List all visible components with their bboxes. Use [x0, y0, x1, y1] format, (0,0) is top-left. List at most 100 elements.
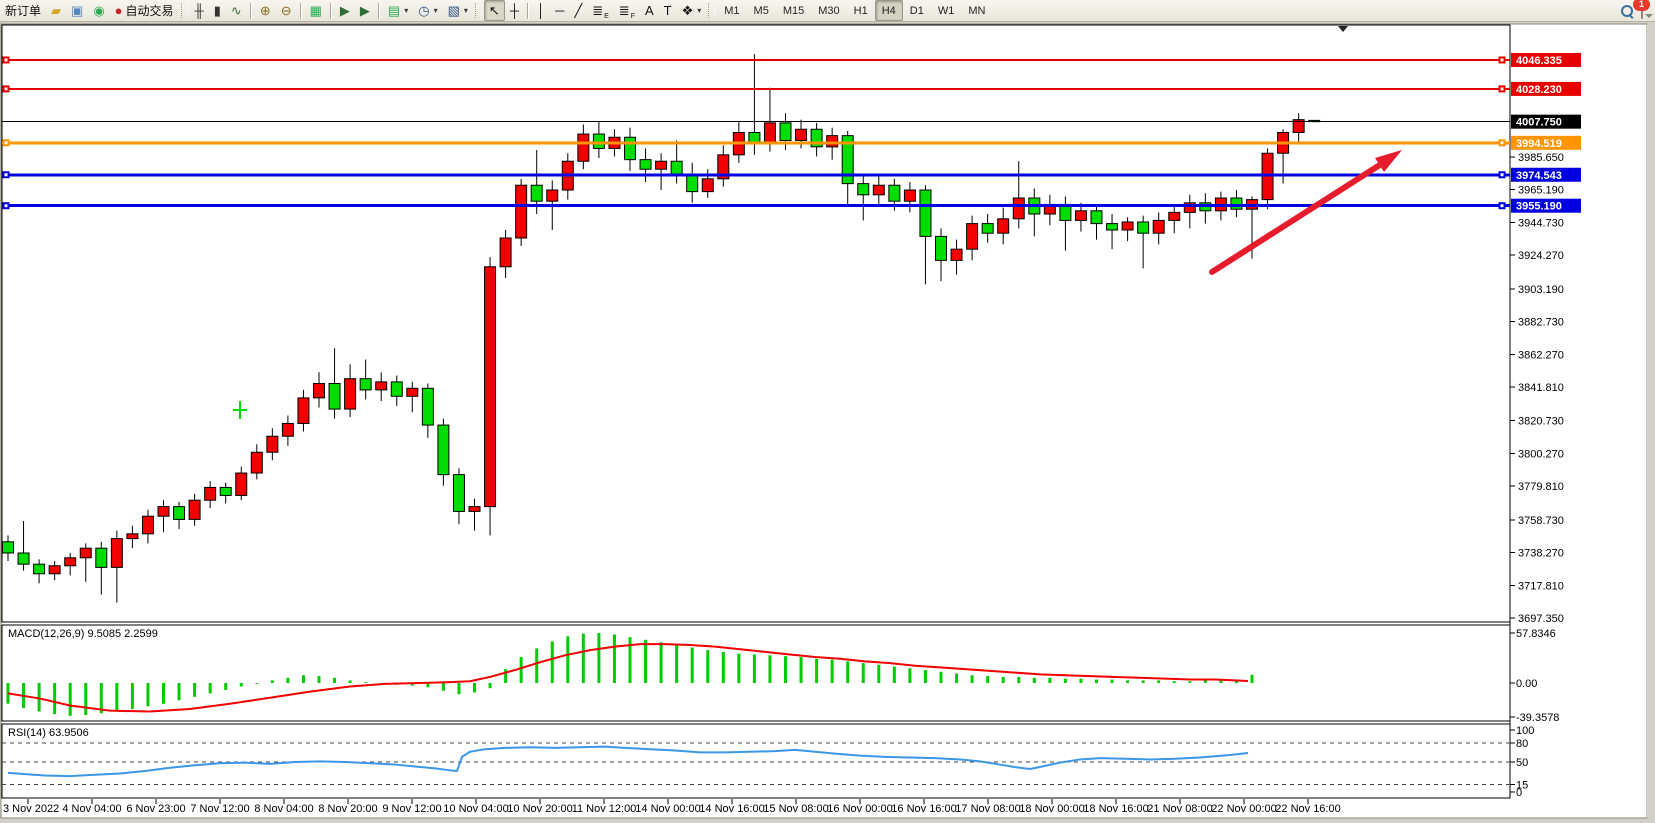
candle-body — [65, 558, 76, 566]
line-chart-button[interactable]: ∿ — [226, 0, 247, 21]
candle-body — [827, 136, 838, 147]
text-label-button[interactable]: T — [659, 0, 677, 21]
candle-body — [345, 379, 356, 409]
shapes-button[interactable]: ❖▾ — [677, 0, 707, 21]
period-button[interactable]: ◷▾ — [413, 0, 442, 21]
trendline-icon: ╱ — [574, 4, 582, 17]
price-tick-label: 3862.270 — [1518, 349, 1564, 361]
candle-body — [18, 553, 29, 564]
timeframe-m15[interactable]: M15 — [776, 0, 811, 21]
price-tick-label: 3800.270 — [1518, 448, 1564, 460]
time-label: 10 Nov 20:00 — [507, 803, 572, 815]
candle-body — [951, 249, 962, 260]
ohlc-bars-icon: ╫ — [195, 4, 204, 17]
line-handle-center — [1501, 204, 1504, 207]
timeframe-h1[interactable]: H1 — [847, 0, 875, 21]
timeframe-group: M1M5M15M30H1H4D1W1MN — [717, 0, 992, 21]
text-button[interactable]: A — [640, 0, 659, 21]
price-tick-label: 3738.270 — [1518, 548, 1564, 560]
fibonacci-button[interactable]: ≣E — [587, 0, 614, 21]
timeframe-m30[interactable]: M30 — [811, 0, 846, 21]
chart-shift-button[interactable]: ▶ — [335, 0, 355, 21]
price-badge-label: 3955.190 — [1516, 201, 1562, 213]
candle-body — [531, 185, 542, 201]
price-tick-label: 3944.730 — [1518, 217, 1564, 229]
candle-body — [1107, 224, 1118, 230]
rsi-axis-label: 100 — [1516, 725, 1534, 737]
candle-body — [1091, 211, 1102, 224]
price-tick-label: 3758.730 — [1518, 515, 1564, 527]
crosshair-button[interactable]: ┼ — [505, 0, 524, 21]
main-toolbar: 新订单 ▰▣◉ ● 自动交易 ╫▮∿⊕⊖▦▶▶▤▾◷▾▧▾ ↖┼│─╱≣E≣FA… — [0, 0, 1655, 22]
candlestick-button[interactable]: ▮ — [209, 0, 226, 21]
candle-body — [205, 487, 216, 500]
timeframe-w1[interactable]: W1 — [931, 0, 962, 21]
toolbar-separator — [250, 3, 252, 19]
price-pane — [2, 25, 1510, 622]
candle-body — [49, 566, 60, 574]
terminal-button[interactable]: ▣ — [66, 0, 88, 21]
candle-body — [500, 238, 511, 267]
line-chart-icon: ∿ — [231, 4, 242, 17]
tile-windows-icon: ▦ — [310, 4, 322, 17]
toolbar-separator — [330, 3, 332, 19]
timeframe-mn[interactable]: MN — [961, 0, 992, 21]
candle-body — [1075, 211, 1086, 221]
ohlc-bars-button[interactable]: ╫ — [190, 0, 209, 21]
signal-icon: ◉ — [93, 4, 104, 17]
gold-button[interactable]: ▰ — [46, 0, 66, 21]
toolbar-separator — [527, 3, 529, 19]
candle-body — [904, 190, 915, 201]
price-tick-label: 3965.190 — [1518, 185, 1564, 197]
time-label: 6 Nov 23:00 — [126, 803, 185, 815]
candle-body — [298, 398, 309, 424]
signal-button[interactable]: ◉ — [88, 0, 109, 21]
timeframe-m1[interactable]: M1 — [717, 0, 746, 21]
timeframe-d1[interactable]: D1 — [903, 0, 931, 21]
chevron-down-icon: ▾ — [434, 6, 438, 15]
template-button[interactable]: ▧▾ — [443, 0, 473, 21]
horizontal-line-button[interactable]: ─ — [550, 0, 569, 21]
new-order-button[interactable]: 新订单 — [0, 0, 46, 21]
line-handle-center — [1501, 173, 1504, 176]
template-icon: ▧ — [448, 4, 460, 17]
vertical-line-button[interactable]: │ — [532, 0, 550, 21]
chevron-down-icon: ▾ — [464, 6, 468, 15]
candle-body — [3, 542, 14, 553]
macd-label: MACD(12,26,9) 9.5085 2.2599 — [8, 628, 158, 640]
notification-badge: 1 — [1633, 0, 1650, 11]
candle-body — [251, 452, 262, 473]
price-tick-label: 3779.810 — [1518, 481, 1564, 493]
price-badge-label: 4007.750 — [1516, 117, 1562, 129]
time-label: 14 Nov 00:00 — [635, 803, 700, 815]
candle-body — [422, 388, 433, 425]
cursor-button[interactable]: ↖ — [484, 0, 505, 21]
new-chart-button[interactable]: ▤▾ — [383, 0, 413, 21]
candle-body — [967, 224, 978, 250]
candle-body — [438, 425, 449, 475]
candle-body — [469, 507, 480, 512]
timeframe-m5[interactable]: M5 — [747, 0, 776, 21]
price-tick-label: 3697.350 — [1518, 613, 1564, 625]
trendline-button[interactable]: ╱ — [569, 0, 587, 21]
toolbar-right-group: 1 — [1621, 1, 1649, 20]
notifications-button[interactable]: 1 — [1641, 4, 1643, 18]
time-label: 7 Nov 12:00 — [190, 803, 249, 815]
candle-body — [329, 383, 340, 409]
time-label: 18 Nov 16:00 — [1083, 803, 1148, 815]
autotrade-button[interactable]: ● 自动交易 — [110, 0, 179, 21]
toolbar-grip — [708, 3, 715, 18]
fibo-grid-button[interactable]: ≣F — [614, 0, 640, 21]
fibonacci-icon-sub: E — [604, 13, 609, 20]
timeframe-h4[interactable]: H4 — [875, 0, 903, 21]
search-icon[interactable] — [1621, 5, 1633, 17]
price-tick-label: 3841.810 — [1518, 382, 1564, 394]
line-handle-center — [5, 204, 8, 207]
time-label: 14 Nov 16:00 — [699, 803, 764, 815]
zoom-in-button[interactable]: ⊕ — [255, 0, 276, 21]
new-chart-icon: ▤ — [388, 4, 400, 17]
tile-windows-button[interactable]: ▦ — [305, 0, 327, 21]
chart-autoscroll-button[interactable]: ▶ — [355, 0, 375, 21]
chart-canvas[interactable]: SP500-,H4 4008.550 4008.550 4007.750 400… — [0, 0, 1655, 823]
zoom-out-button[interactable]: ⊖ — [276, 0, 297, 21]
